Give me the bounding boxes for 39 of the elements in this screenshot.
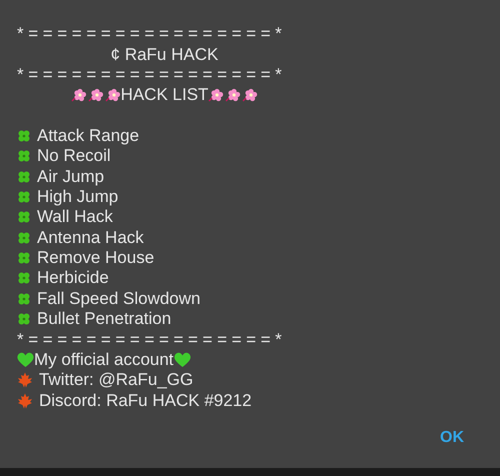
clover-icon	[17, 312, 31, 326]
dialog-title: ¢ RaFu HACK	[110, 44, 218, 65]
clover-icon	[17, 230, 31, 245]
clover-icon	[17, 128, 31, 143]
clover-icon	[17, 292, 31, 306]
separator-text: *=================*	[17, 330, 286, 350]
feature-item: Wall Hack	[37, 207, 113, 228]
clover-icon	[17, 190, 31, 204]
maple-leaf-icon	[17, 372, 33, 388]
clover-icon	[17, 170, 31, 184]
heart-icon	[174, 352, 191, 368]
feature-item: Fall Speed Slowdown	[37, 288, 200, 309]
flower-icon	[104, 88, 121, 102]
feature-item: Antenna Hack	[37, 228, 144, 248]
ok-button[interactable]: OK	[436, 422, 468, 452]
flower-icon	[225, 88, 242, 102]
feature-item: Attack Range	[37, 126, 140, 146]
separator-text: *=================*	[17, 64, 286, 85]
feature-item: Bullet Penetration	[37, 309, 172, 330]
flower-icon	[208, 88, 224, 102]
flower-icon	[88, 88, 104, 102]
clover-icon	[17, 251, 31, 266]
feature-item: No Recoil	[37, 146, 111, 166]
clover-icon	[17, 271, 31, 286]
flower-icon	[70, 88, 87, 102]
account-heading: My official account	[34, 350, 174, 370]
feature-item: Herbicide	[37, 268, 109, 288]
clover-icon	[17, 210, 31, 224]
flower-icon	[242, 88, 258, 102]
feature-item: Air Jump	[37, 166, 104, 187]
feature-item: High Jump	[37, 186, 118, 207]
list-heading: HACK LIST	[120, 85, 208, 106]
contact-text: Twitter: @RaFu_GG	[39, 370, 194, 390]
clover-icon	[17, 149, 31, 164]
heart-icon	[17, 352, 34, 368]
feature-item: Remove House	[37, 248, 154, 268]
separator-text: *=================*	[17, 24, 286, 44]
contact-text: Discord: RaFu HACK #9212	[39, 390, 252, 411]
maple-leaf-icon	[17, 392, 33, 409]
